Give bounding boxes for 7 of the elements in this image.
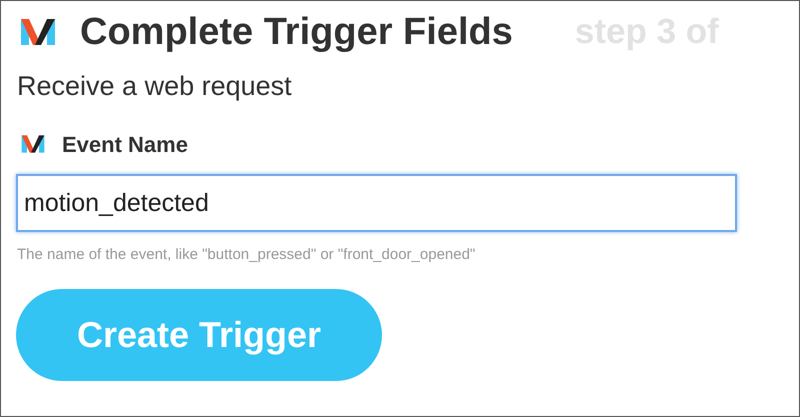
trigger-subtitle: Receive a web request [16, 70, 293, 103]
field-hint: The name of the event, like "button_pressed" or "front_door_opened" [16, 245, 476, 265]
page-title: Complete Trigger Fields [80, 10, 513, 54]
event-name-field[interactable]: motion_detected [16, 174, 737, 232]
logo-icon [21, 17, 55, 47]
logo-icon [21, 134, 45, 154]
field-label: Event Name [62, 130, 188, 158]
